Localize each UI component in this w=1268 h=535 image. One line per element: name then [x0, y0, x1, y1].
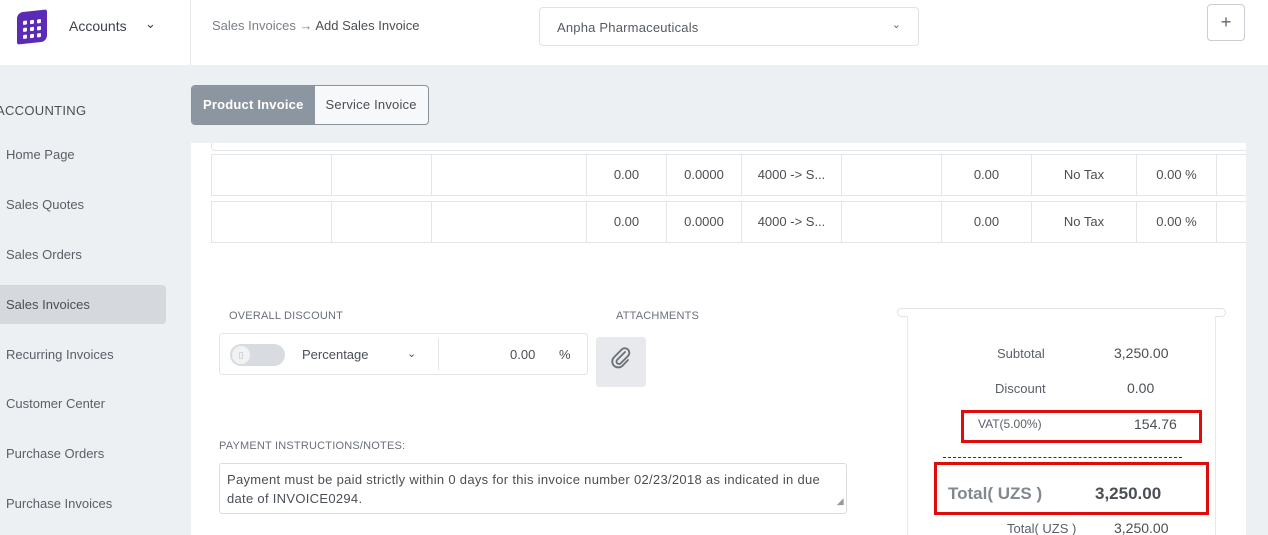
paperclip-icon	[611, 347, 631, 374]
brand-menu[interactable]: Accounts ⌄	[0, 0, 191, 65]
row-action-cell[interactable]	[1216, 202, 1247, 242]
overall-discount-field: ▯ Percentage ⌄ 0.00 %	[219, 333, 588, 375]
account-cell[interactable]: 4000 -> S...	[741, 202, 841, 242]
vat-label: VAT(5.00%)	[978, 417, 1042, 431]
description-cell[interactable]	[331, 202, 431, 242]
rate-cell[interactable]: 0.0000	[666, 202, 741, 242]
quantity-cell[interactable]: 0.00	[586, 202, 666, 242]
description-cell[interactable]	[331, 155, 431, 195]
amount-cell: 0.00	[941, 202, 1031, 242]
quantity-cell[interactable]: 0.00	[586, 155, 666, 195]
chevron-down-icon[interactable]: ⌄	[407, 347, 416, 360]
payment-notes-textarea[interactable]: Payment must be paid strictly within 0 d…	[219, 463, 847, 514]
subtotal-label: Subtotal	[997, 346, 1045, 361]
breadcrumb-current: Add Sales Invoice	[315, 18, 420, 33]
resize-handle-icon[interactable]: ◢	[837, 492, 844, 511]
company-select[interactable]: Anpha Pharmaceuticals ⌄	[539, 7, 919, 46]
item-cell[interactable]	[212, 202, 331, 242]
add-button[interactable]: +	[1207, 4, 1245, 41]
vat-value: 154.76	[1134, 416, 1177, 432]
breadcrumb-parent[interactable]: Sales Invoices	[212, 18, 296, 33]
discount-label: Discount	[995, 381, 1046, 396]
discount-value-input[interactable]: 0.00	[510, 347, 535, 362]
invoice-type-tabs: Product Invoice Service Invoice	[191, 85, 429, 125]
subtotal-value: 3,250.00	[1114, 345, 1169, 361]
extra-cell[interactable]	[841, 155, 941, 195]
sidebar-item-customer-center[interactable]: Customer Center	[0, 384, 166, 423]
sidebar-section-title: ACCOUNTING	[0, 103, 87, 118]
summary-divider	[943, 457, 1182, 458]
top-bar: Accounts ⌄ Sales Invoices → Add Sales In…	[0, 0, 1268, 65]
item-cell[interactable]	[212, 155, 331, 195]
extra-cell[interactable]	[841, 202, 941, 242]
sidebar-item-sales-invoices[interactable]: Sales Invoices	[0, 285, 166, 324]
tax-cell[interactable]: No Tax	[1031, 155, 1136, 195]
chevron-down-icon[interactable]: ⌄	[145, 16, 156, 32]
sidebar-item-recurring-invoices[interactable]: Recurring Invoices	[0, 335, 166, 374]
detail-cell[interactable]	[431, 155, 586, 195]
attach-file-button[interactable]	[596, 337, 646, 387]
chevron-down-icon: ⌄	[891, 19, 901, 31]
grid-row-partial	[211, 143, 1246, 151]
notes-label: PAYMENT INSTRUCTIONS/NOTES:	[219, 440, 406, 452]
app-logo-icon	[17, 9, 47, 45]
discount-value: 0.00	[1127, 380, 1155, 396]
total-currency-label: Total( UZS )	[1007, 521, 1077, 535]
discount-type-select[interactable]: Percentage	[302, 347, 369, 362]
discount-unit: %	[559, 347, 571, 362]
sidebar-item-purchase-orders[interactable]: Purchase Orders	[0, 434, 166, 473]
sidebar-item-purchase-invoices[interactable]: Purchase Invoices	[0, 484, 166, 523]
attachments-label: ATTACHMENTS	[616, 310, 700, 322]
sidebar-item-home-page[interactable]: Home Page	[0, 135, 166, 174]
detail-cell[interactable]	[431, 202, 586, 242]
sidebar-item-sales-orders[interactable]: Sales Orders	[0, 235, 166, 274]
arrow-right-icon: →	[299, 18, 313, 33]
rate-cell[interactable]: 0.0000	[666, 155, 741, 195]
table-row: 0.00 0.0000 4000 -> S... 0.00 No Tax 0.0…	[211, 201, 1246, 243]
breadcrumb: Sales Invoices → Add Sales Invoice	[212, 18, 419, 33]
table-row: 0.00 0.0000 4000 -> S... 0.00 No Tax 0.0…	[211, 154, 1246, 196]
tab-service-invoice[interactable]: Service Invoice	[315, 86, 428, 124]
sidebar: ACCOUNTING Home Page Sales Quotes Sales …	[0, 65, 191, 535]
app-title[interactable]: Accounts	[69, 18, 127, 34]
tax-percent-cell: 0.00 %	[1136, 202, 1216, 242]
total-label: Total( UZS )	[948, 484, 1043, 503]
tab-product-invoice[interactable]: Product Invoice	[192, 86, 315, 124]
line-items-panel: 0.00 0.0000 4000 -> S... 0.00 No Tax 0.0…	[191, 143, 1246, 277]
sidebar-item-sales-quotes[interactable]: Sales Quotes	[0, 185, 166, 224]
row-action-cell[interactable]	[1216, 155, 1247, 195]
divider	[438, 338, 439, 370]
payment-notes-text: Payment must be paid strictly within 0 d…	[227, 472, 821, 506]
toggle-knob-icon: ▯	[232, 346, 250, 364]
invoice-summary: Subtotal 3,250.00 Discount 0.00 VAT(5.00…	[907, 316, 1216, 535]
total-value: 3,250.00	[1095, 484, 1162, 503]
discount-toggle[interactable]: ▯	[230, 344, 285, 366]
invoice-footer-panel: OVERALL DISCOUNT ▯ Percentage ⌄ 0.00 % A…	[191, 277, 1246, 535]
account-cell[interactable]: 4000 -> S...	[741, 155, 841, 195]
total-currency-value: 3,250.00	[1114, 520, 1169, 535]
tax-cell[interactable]: No Tax	[1031, 202, 1136, 242]
tax-percent-cell: 0.00 %	[1136, 155, 1216, 195]
overall-discount-label: OVERALL DISCOUNT	[229, 310, 344, 322]
company-select-value: Anpha Pharmaceuticals	[557, 20, 699, 35]
amount-cell: 0.00	[941, 155, 1031, 195]
